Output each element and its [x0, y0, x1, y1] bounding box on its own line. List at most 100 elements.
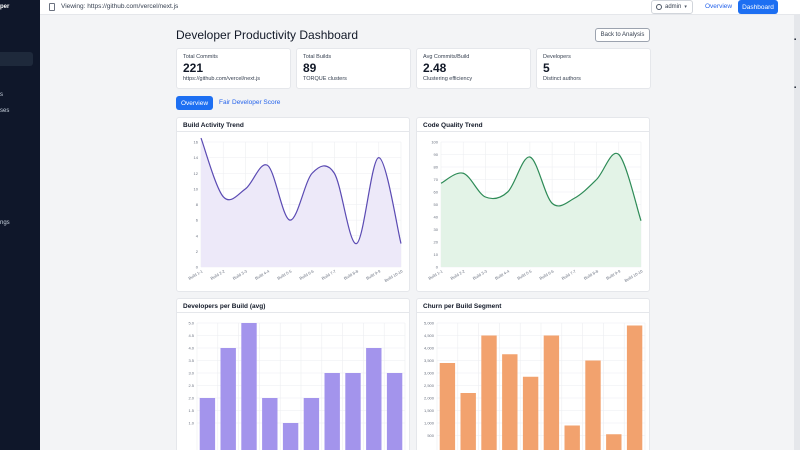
user-menu-button[interactable]: admin ▾	[651, 0, 693, 14]
bar	[481, 335, 497, 450]
viewing-url: Viewing: https://github.com/vercel/next.…	[61, 3, 179, 10]
code-quality-chart: 0 10 20 30 40 50 60 70 80 90 100 Build 1-1 Build 2-2…	[427, 140, 644, 283]
x-tick-label: Build 6-6	[298, 268, 315, 281]
y-tick-label: 3,500	[424, 358, 435, 363]
y-tick-label: 2,500	[424, 383, 435, 388]
bar	[345, 373, 361, 450]
y-tick-label: 40	[434, 215, 439, 220]
bar	[460, 393, 476, 450]
user-name: admin	[665, 4, 682, 10]
edge-marker: ▪	[794, 85, 797, 91]
stat-card-avg-commits: Avg Commits/Build 2.48 Clustering effici…	[416, 48, 531, 89]
stat-label: Total Commits	[183, 54, 218, 60]
x-tick-label: Build 9-9	[605, 268, 622, 281]
y-tick-label: 4,500	[424, 333, 435, 338]
y-tick-label: 4.5	[188, 333, 194, 338]
bar	[386, 373, 403, 450]
document-icon	[49, 3, 55, 11]
bar	[366, 348, 382, 450]
y-tick-label: 2	[196, 249, 199, 254]
x-tick-label: Build 8-8	[343, 268, 360, 281]
stat-subtext: TORQUE clusters	[303, 76, 347, 82]
y-tick-label: 5,000	[424, 321, 435, 326]
x-tick-label: Build 4-4	[494, 268, 511, 281]
y-tick-label: 90	[434, 152, 439, 157]
stat-subtext: Clustering efficiency	[423, 76, 473, 82]
x-tick-label: Build 4-4	[254, 268, 271, 281]
tab-overview[interactable]: Overview	[176, 96, 213, 110]
panel-churn-per-build: Churn per Build Segment 5,000 4,500 4,000 3…	[416, 298, 650, 450]
y-tick-label: 0	[436, 265, 439, 270]
x-tick-label: Build 8-8	[583, 268, 600, 281]
sidebar: per s ses ngs	[0, 0, 40, 450]
y-tick-label: 20	[434, 240, 439, 245]
bar	[543, 335, 560, 450]
y-tick-label: 50	[434, 202, 439, 207]
panel-title: Churn per Build Segment	[423, 303, 502, 310]
bar	[626, 325, 643, 450]
y-tick-label: 5.0	[188, 321, 194, 326]
y-tick-label: 2,000	[424, 396, 435, 401]
x-tick-label: Build 7-7	[321, 268, 338, 281]
panel-title: Build Activity Trend	[183, 122, 244, 129]
y-tick-label: 8	[196, 202, 199, 207]
stat-value: 2.48	[423, 61, 447, 75]
x-tick-label: Build 7-7	[561, 268, 578, 281]
x-tick-label: Build 6-6	[538, 268, 555, 281]
x-tick-label: Build 3-3	[472, 268, 489, 281]
y-tick-label: 0	[196, 265, 199, 270]
y-tick-label: 30	[434, 227, 439, 232]
y-tick-label: 14	[194, 155, 199, 160]
developers-per-build-chart: 5.0 4.5 4.0 3.5 3.0 2.5 2.0 1.5 1.0	[188, 321, 406, 450]
y-tick-label: 10	[194, 186, 199, 191]
nav-overview-link[interactable]: Overview	[705, 3, 732, 10]
y-tick-label: 3.0	[188, 371, 194, 376]
x-tick-label: Build 2-2	[210, 268, 227, 281]
top-bar: Viewing: https://github.com/vercel/next.…	[40, 0, 800, 15]
sidebar-item-settings[interactable]: ngs	[0, 220, 10, 226]
y-tick-label: 3,000	[424, 371, 435, 376]
edge-marker: ▪	[794, 37, 797, 43]
bar	[199, 398, 216, 450]
bar	[262, 398, 278, 450]
y-tick-label: 1.5	[188, 408, 194, 413]
x-tick-label: Build 1-1	[187, 268, 204, 281]
stat-card-total-commits: Total Commits 221 https://github.com/ver…	[176, 48, 291, 89]
bar	[585, 360, 601, 450]
bar	[606, 434, 622, 450]
churn-per-build-chart: 5,000 4,500 4,000 3,500 3,000 2,500 2,000 1,500…	[424, 321, 646, 450]
stat-card-developers: Developers 5 Distinct authors	[536, 48, 651, 89]
bar	[303, 398, 320, 450]
x-tick-label: Build 10-10	[623, 268, 644, 283]
bar	[522, 376, 539, 450]
x-tick-label: Build 5-5	[276, 268, 293, 281]
build-activity-chart: 0 2 4 6 8 10 12 14 16 Build 1-1 Build 2-2 Build 3-3…	[187, 137, 404, 283]
stat-value: 89	[303, 61, 317, 75]
back-to-analysis-button[interactable]: Back to Analysis	[595, 28, 650, 42]
panel-title: Developers per Build (avg)	[183, 303, 266, 310]
bar	[324, 373, 340, 450]
sidebar-item[interactable]: ses	[0, 108, 9, 114]
sidebar-active-item[interactable]	[0, 52, 33, 66]
x-tick-label: Build 1-1	[427, 268, 444, 281]
y-tick-label: 2.0	[188, 396, 194, 401]
bar	[502, 354, 518, 450]
user-icon	[656, 4, 662, 10]
tab-fair-developer-score[interactable]: Fair Developer Score	[219, 99, 280, 106]
y-tick-label: 70	[434, 177, 439, 182]
y-tick-label: 16	[194, 140, 199, 145]
sidebar-brand: per	[0, 4, 10, 10]
x-tick-label: Build 2-2	[450, 268, 467, 281]
chevron-down-icon: ▾	[684, 4, 687, 10]
y-tick-label: 4	[196, 233, 199, 238]
y-tick-label: 12	[194, 171, 199, 176]
sidebar-item[interactable]: s	[0, 92, 3, 98]
bar	[220, 348, 236, 450]
y-tick-label: 4,000	[424, 346, 435, 351]
x-tick-label: Build 3-3	[232, 268, 249, 281]
y-tick-label: 1,500	[424, 408, 435, 413]
x-tick-label: Build 10-10	[383, 268, 404, 283]
bar	[439, 363, 456, 450]
x-tick-label: Build 9-9	[365, 268, 382, 281]
nav-dashboard-button[interactable]: Dashboard	[738, 0, 778, 14]
